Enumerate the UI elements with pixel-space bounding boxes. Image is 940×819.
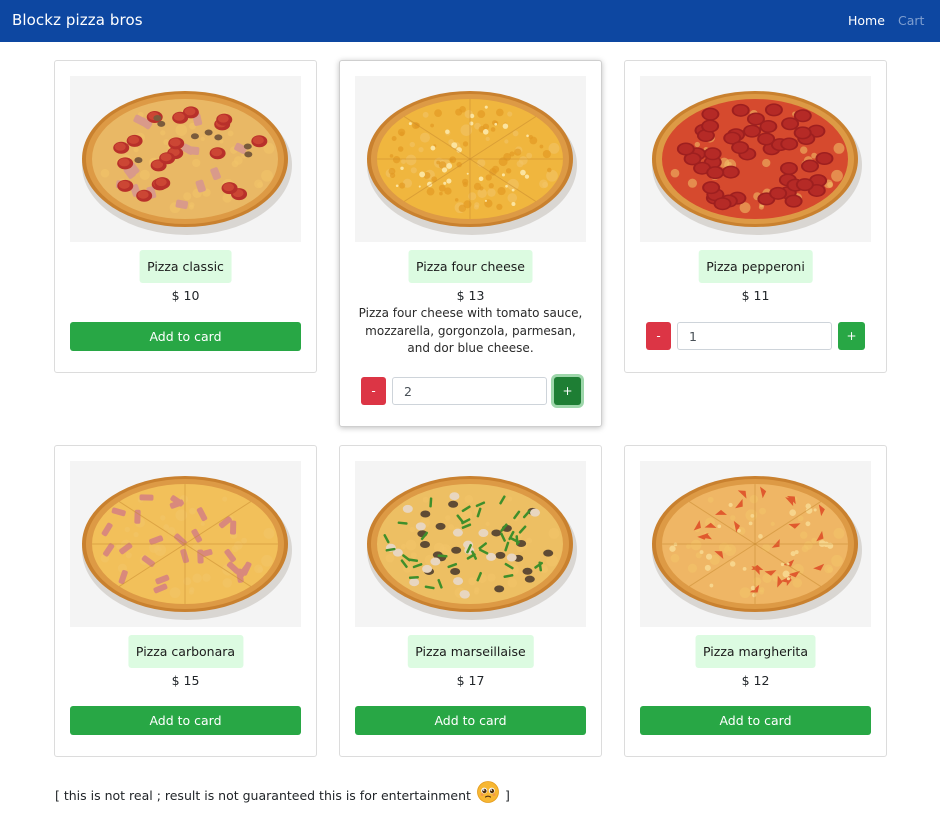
product-price: $ 15 xyxy=(171,673,200,688)
product-price: $ 13 xyxy=(456,288,485,303)
product-price: $ 17 xyxy=(456,673,485,688)
product-name: Pizza margherita xyxy=(695,635,816,668)
pizza-pepperoni-photo xyxy=(640,76,871,242)
product-card-pepperoni: Pizza pepperoni $ 11 - + xyxy=(624,60,887,373)
quantity-input[interactable] xyxy=(392,377,547,405)
navbar: Blockz pizza bros Home Cart xyxy=(0,0,940,42)
product-price: $ 10 xyxy=(171,288,200,303)
product-card-classic: Pizza classic $ 10 Add to card xyxy=(54,60,317,373)
add-to-cart-button[interactable]: Add to card xyxy=(355,706,586,735)
pizza-marseillaise-photo xyxy=(355,461,586,627)
pizza-illustration xyxy=(355,76,586,242)
product-name: Pizza four cheese xyxy=(408,250,533,283)
increase-quantity-button[interactable]: + xyxy=(838,322,865,350)
product-name: Pizza classic xyxy=(139,250,232,283)
pizza-illustration xyxy=(70,76,301,242)
disclaimer-note: [ this is not real ; result is not guara… xyxy=(55,781,510,806)
increase-quantity-button[interactable]: + xyxy=(554,377,581,405)
product-price: $ 11 xyxy=(741,288,770,303)
pizza-illustration xyxy=(355,461,586,627)
disclaimer-suffix: ] xyxy=(504,788,510,803)
pizza-illustration xyxy=(640,461,871,627)
brand-logo[interactable]: Blockz pizza bros xyxy=(12,11,143,29)
product-name: Pizza marseillaise xyxy=(407,635,534,668)
disclaimer-text: [ this is not real ; result is not guara… xyxy=(55,788,471,803)
product-name: Pizza carbonara xyxy=(127,635,244,668)
pizza-margherita-photo xyxy=(640,461,871,627)
pizza-illustration xyxy=(640,76,871,242)
nav-link-cart[interactable]: Cart xyxy=(898,13,924,28)
product-card-marseillaise: Pizza marseillaise $ 17 Add to card xyxy=(339,445,602,757)
decrease-quantity-button[interactable]: - xyxy=(361,377,386,405)
add-to-cart-button[interactable]: Add to card xyxy=(640,706,871,735)
product-card-carbonara: Pizza carbonara $ 15 Add to card xyxy=(54,445,317,757)
pizza-four-cheese-photo xyxy=(355,76,586,242)
pizza-carbonara-photo xyxy=(70,461,301,627)
pizza-classic-photo xyxy=(70,76,301,242)
quantity-input[interactable] xyxy=(677,322,832,350)
product-card-margherita: Pizza margherita $ 12 Add to card xyxy=(624,445,887,757)
add-to-cart-button[interactable]: Add to card xyxy=(70,322,301,351)
product-description: Pizza four cheese with tomato sauce, moz… xyxy=(358,306,583,355)
product-name: Pizza pepperoni xyxy=(698,250,813,283)
pizza-illustration xyxy=(70,461,301,627)
product-card-four-cheese: Pizza four cheese $ 13 Pizza four cheese… xyxy=(339,60,602,427)
decrease-quantity-button[interactable]: - xyxy=(646,322,671,350)
product-price: $ 12 xyxy=(741,673,770,688)
add-to-cart-button[interactable]: Add to card xyxy=(70,706,301,735)
pleading-face-icon xyxy=(477,781,499,806)
nav-link-home[interactable]: Home xyxy=(848,13,885,28)
